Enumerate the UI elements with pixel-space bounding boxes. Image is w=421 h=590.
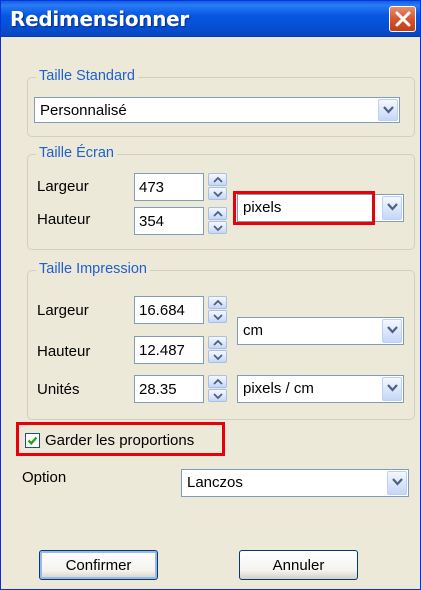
standard-size-dropdown-button[interactable] bbox=[378, 99, 398, 121]
spin-down-icon bbox=[213, 354, 223, 360]
screen-width-input[interactable]: 473 bbox=[134, 173, 204, 201]
chevron-down-icon bbox=[383, 106, 394, 114]
option-value: Lanczos bbox=[187, 474, 243, 491]
screen-height-label: Hauteur bbox=[37, 211, 91, 228]
close-icon bbox=[395, 11, 411, 27]
print-height-input[interactable]: 12.487 bbox=[134, 336, 204, 364]
screen-width-down-button[interactable] bbox=[208, 187, 227, 200]
screen-height-up-button[interactable] bbox=[208, 207, 227, 220]
spin-up-icon bbox=[213, 340, 223, 346]
print-height-spinner[interactable] bbox=[208, 336, 227, 364]
print-height-label: Hauteur bbox=[37, 343, 91, 360]
screen-unit-dropdown-button[interactable] bbox=[382, 196, 402, 220]
spin-up-icon bbox=[213, 177, 223, 183]
resize-dialog: Redimensionner Taille Standard Personnal… bbox=[0, 0, 421, 590]
print-width-up-button[interactable] bbox=[208, 296, 227, 309]
spin-down-icon bbox=[213, 225, 223, 231]
units-select[interactable]: pixels / cm bbox=[237, 375, 404, 403]
print-width-input[interactable]: 16.684 bbox=[134, 296, 204, 324]
units-spinner[interactable] bbox=[208, 375, 227, 403]
cancel-button[interactable]: Annuler bbox=[239, 550, 358, 580]
title-bar[interactable]: Redimensionner bbox=[1, 1, 420, 37]
print-height-value: 12.487 bbox=[139, 342, 185, 359]
screen-size-legend: Taille Écran bbox=[36, 145, 117, 161]
units-input[interactable]: 28.35 bbox=[134, 375, 204, 403]
screen-height-down-button[interactable] bbox=[208, 221, 227, 234]
print-height-down-button[interactable] bbox=[208, 350, 227, 363]
chevron-down-icon bbox=[387, 203, 398, 211]
spin-up-icon bbox=[213, 211, 223, 217]
units-down-button[interactable] bbox=[208, 389, 227, 402]
screen-unit-highlight bbox=[233, 191, 375, 225]
print-width-spinner[interactable] bbox=[208, 296, 227, 324]
spin-down-icon bbox=[213, 314, 223, 320]
units-up-button[interactable] bbox=[208, 375, 227, 388]
print-unit-select[interactable]: cm bbox=[237, 317, 404, 345]
chevron-down-icon bbox=[392, 478, 403, 486]
print-width-label: Largeur bbox=[37, 302, 89, 319]
confirm-button[interactable]: Confirmer bbox=[39, 550, 158, 580]
print-height-up-button[interactable] bbox=[208, 336, 227, 349]
units-label: Unités bbox=[37, 381, 80, 398]
print-width-down-button[interactable] bbox=[208, 310, 227, 323]
spin-down-icon bbox=[213, 191, 223, 197]
print-width-value: 16.684 bbox=[139, 302, 185, 319]
units-value: 28.35 bbox=[139, 381, 177, 398]
spin-up-icon bbox=[213, 300, 223, 306]
screen-width-spinner[interactable] bbox=[208, 173, 227, 201]
standard-size-value: Personnalisé bbox=[40, 102, 127, 119]
option-select[interactable]: Lanczos bbox=[181, 469, 409, 497]
chevron-down-icon bbox=[387, 326, 398, 334]
screen-height-spinner[interactable] bbox=[208, 207, 227, 235]
window-title: Redimensionner bbox=[10, 7, 189, 31]
cancel-button-label: Annuler bbox=[272, 557, 325, 574]
standard-size-select[interactable]: Personnalisé bbox=[34, 97, 400, 123]
close-button[interactable] bbox=[389, 6, 416, 32]
spin-up-icon bbox=[213, 379, 223, 385]
standard-size-legend: Taille Standard bbox=[36, 68, 138, 84]
print-size-legend: Taille Impression bbox=[36, 261, 150, 277]
spin-down-icon bbox=[213, 393, 223, 399]
print-unit-value: cm bbox=[243, 322, 263, 339]
units-select-value: pixels / cm bbox=[243, 380, 314, 397]
screen-width-value: 473 bbox=[139, 179, 165, 196]
chevron-down-icon bbox=[387, 384, 398, 392]
keep-proportions-highlight bbox=[16, 422, 225, 456]
screen-height-value: 354 bbox=[139, 213, 165, 230]
screen-width-up-button[interactable] bbox=[208, 173, 227, 186]
screen-height-input[interactable]: 354 bbox=[134, 207, 204, 235]
option-dropdown-button[interactable] bbox=[387, 471, 407, 495]
confirm-button-label: Confirmer bbox=[65, 557, 132, 574]
screen-width-label: Largeur bbox=[37, 178, 89, 195]
units-dropdown-button[interactable] bbox=[382, 377, 402, 401]
print-unit-dropdown-button[interactable] bbox=[382, 319, 402, 343]
option-label: Option bbox=[22, 469, 67, 486]
